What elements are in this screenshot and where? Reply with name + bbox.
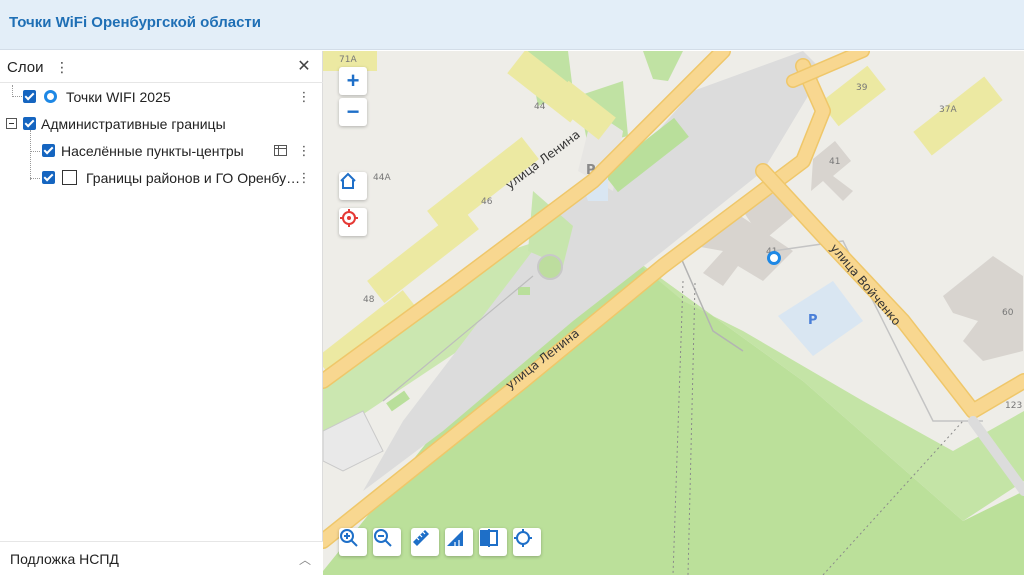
measure-area-button[interactable]: [445, 528, 473, 556]
area-measure-icon: [447, 530, 463, 546]
map-view[interactable]: улица Ленина улица Ленина улица Войченко…: [323, 51, 1024, 575]
home-icon: [340, 172, 356, 189]
ring-marker-icon: [44, 90, 57, 103]
measure-distance-button[interactable]: [411, 528, 439, 556]
app-header: Точки WiFi Оренбургской области: [0, 0, 1024, 50]
more-vert-icon[interactable]: ⋮: [297, 141, 311, 161]
coordinates-button[interactable]: [513, 528, 541, 556]
layer-checkbox[interactable]: [42, 171, 55, 184]
layers-panel: Слои ⋮ ✕ Точки WIFI 2025 ⋮ Административ…: [0, 51, 323, 575]
more-vert-icon[interactable]: ⋮: [297, 87, 311, 107]
house-number: 71А: [339, 55, 357, 65]
layer-checkbox[interactable]: [42, 144, 55, 157]
layer-label: Административные границы: [41, 116, 226, 132]
basemap-selector[interactable]: Подложка НСПД ︿: [0, 541, 323, 575]
parking-label: P: [808, 313, 818, 328]
table-icon[interactable]: [274, 145, 287, 156]
square-outline-icon: [62, 170, 77, 185]
zoom-in-tool-button[interactable]: [339, 528, 367, 556]
house-number: 46: [481, 197, 493, 207]
house-number: 37А: [939, 105, 957, 115]
layer-label: Границы районов и ГО Оренбу…: [86, 170, 301, 186]
chevron-up-icon[interactable]: ︿: [299, 551, 311, 568]
zoom-in-button[interactable]: +: [339, 67, 367, 95]
compare-icon: [480, 529, 498, 547]
house-number: 48: [363, 295, 375, 305]
compare-button[interactable]: [479, 528, 507, 556]
layer-label: Точки WIFI 2025: [66, 89, 171, 105]
locate-button[interactable]: [339, 208, 367, 236]
layer-row-wifi-points[interactable]: Точки WIFI 2025 ⋮: [0, 84, 323, 110]
house-number: 44: [534, 102, 546, 112]
layer-checkbox[interactable]: [23, 90, 36, 103]
house-number: 123: [1005, 401, 1023, 411]
zoom-in-icon: [340, 529, 358, 547]
basemap-label: Подложка НСПД: [10, 551, 119, 567]
collapse-icon[interactable]: [6, 118, 17, 129]
layer-label: Населённые пункты-центры: [61, 143, 244, 159]
more-vert-icon[interactable]: ⋮: [297, 168, 311, 188]
layer-row-settlements[interactable]: Населённые пункты-центры ⋮: [0, 138, 323, 164]
layers-panel-title: Слои: [7, 59, 44, 76]
home-button[interactable]: [339, 172, 367, 200]
wifi-point-marker[interactable]: [767, 251, 781, 265]
house-number: 60: [1002, 308, 1014, 318]
plus-icon: +: [346, 68, 360, 93]
zoom-out-button[interactable]: −: [339, 98, 367, 126]
layer-checkbox[interactable]: [23, 117, 36, 130]
house-number: 39: [856, 83, 868, 93]
zoom-out-icon: [374, 529, 392, 547]
zoom-out-tool-button[interactable]: [373, 528, 401, 556]
layers-panel-header: Слои ⋮ ✕: [0, 51, 323, 83]
more-vert-icon[interactable]: ⋮: [55, 57, 69, 77]
house-number: 44А: [373, 173, 391, 183]
close-icon[interactable]: ✕: [296, 57, 312, 77]
parking-label: P: [586, 163, 596, 178]
app-title: Точки WiFi Оренбургской области: [9, 14, 261, 31]
map-canvas[interactable]: [323, 51, 1024, 575]
layer-group-admin-boundaries[interactable]: Административные границы: [0, 111, 323, 137]
crosshair-icon: [514, 529, 532, 547]
minus-icon: −: [346, 99, 360, 124]
house-number: 41: [829, 157, 841, 167]
ruler-icon: [413, 530, 429, 546]
layer-row-districts[interactable]: Границы районов и ГО Оренбу… ⋮: [0, 165, 323, 191]
target-icon: [340, 209, 358, 227]
